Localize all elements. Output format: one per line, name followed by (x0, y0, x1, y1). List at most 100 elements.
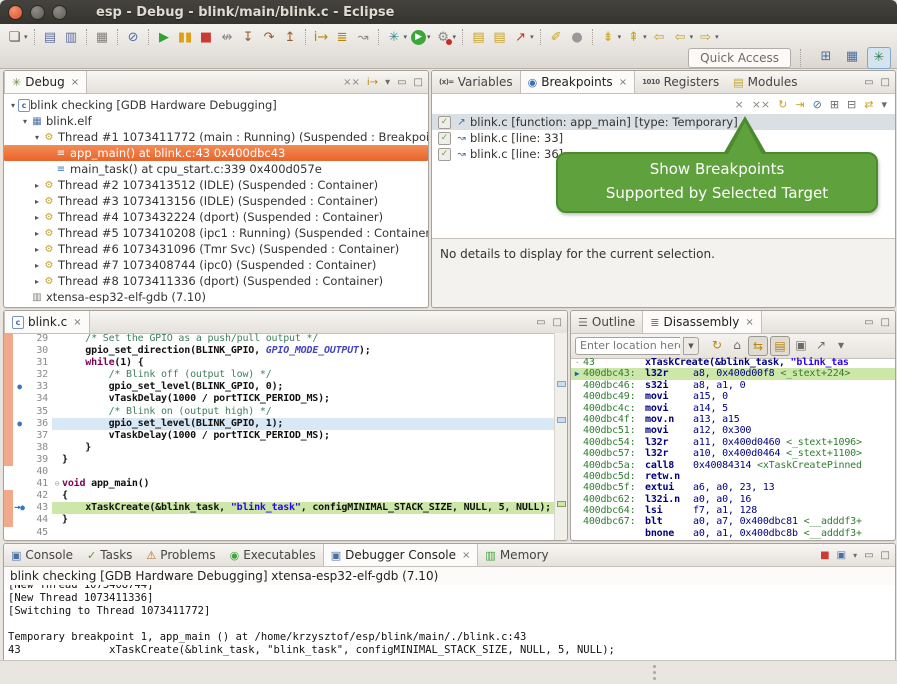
skip-all-breakpoints-button[interactable]: ⊘ (813, 98, 822, 111)
step-over-button[interactable]: ↷ (260, 27, 279, 47)
step-into-button[interactable]: ↧ (239, 27, 258, 47)
open-folder-button[interactable]: ▤ (490, 27, 509, 47)
remove-all-breakpoints-button[interactable]: ×× (752, 98, 770, 111)
new-wizard-button[interactable]: ❏▾ (5, 27, 29, 47)
maximize-button[interactable]: □ (881, 77, 890, 88)
tab-tasks[interactable]: ✓Tasks (80, 544, 139, 566)
minimize-button[interactable]: ▭ (536, 317, 545, 328)
quick-access-button[interactable]: Quick Access (688, 48, 791, 68)
disassembly-row[interactable]: 400dbc5d:retw.n (571, 471, 895, 482)
tab-disassembly[interactable]: ≣Disassembly× (642, 311, 761, 333)
tab-breakpoints[interactable]: ◉Breakpoints× (520, 71, 635, 93)
close-icon[interactable]: × (71, 77, 79, 88)
breakpoint-item[interactable]: ✓↝blink.c [line: 33] (432, 130, 895, 146)
last-edit-location-button[interactable]: ⇦ (650, 27, 669, 47)
maximize-button[interactable]: □ (414, 77, 423, 88)
back-button-dropdown[interactable]: ▾ (690, 33, 694, 41)
editor-line[interactable]: 38 } (4, 442, 555, 454)
disassembly-listing[interactable]: ·43xTaskCreate(&blink_task, "blink_tas▶4… (571, 357, 895, 540)
editor-line[interactable]: →●43 xTaskCreate(&blink_task, "blink_tas… (4, 502, 555, 514)
suspend-button[interactable]: ▮▮ (176, 27, 195, 47)
minimize-button[interactable]: ▭ (397, 77, 406, 88)
tree-expander[interactable]: ▾ (8, 101, 18, 110)
close-icon[interactable]: × (462, 550, 470, 561)
disassembly-row[interactable]: 400dbc54:l32ra11, 0x400d0460 <_stext+109… (571, 437, 895, 448)
run-button[interactable]: ▶▾ (410, 27, 432, 47)
tab-executables[interactable]: ◉Executables (223, 544, 323, 566)
forward-button-dropdown[interactable]: ▾ (715, 33, 719, 41)
debug-tree-item[interactable]: ▾▦blink.elf (4, 113, 428, 129)
tab-console[interactable]: ▣Console (4, 544, 80, 566)
debug-button[interactable]: ✳▾ (385, 27, 409, 47)
disassembly-row[interactable]: 400dbc64:lsif7, a1, 128 (571, 505, 895, 516)
debug-tree-item[interactable]: ▸⚙Thread #6 1073431096 (Tmr Svc) (Suspen… (4, 241, 428, 257)
disassembly-row[interactable]: 400dbc46:s32ia8, a1, 0 (571, 380, 895, 391)
tab-blink-c[interactable]: c blink.c × (4, 311, 90, 333)
breakpoint-mark[interactable] (557, 381, 566, 387)
disassembly-row[interactable]: ▶400dbc43:l32ra8, 0x400d00f8 <_stext+224… (571, 368, 895, 379)
disassembly-row[interactable]: 400dbc57:l32ra10, 0x400d0464 <_stext+110… (571, 448, 895, 459)
sync-selection-icon[interactable]: ⇆ (748, 336, 768, 356)
console-output-area[interactable]: [New Thread 1073408744][New Thread 10734… (4, 585, 895, 661)
debug-tree-item[interactable]: ▸⚙Thread #3 1073413156 (IDLE) (Suspended… (4, 193, 428, 209)
launch-button[interactable]: ↗▾ (511, 27, 535, 47)
overview-ruler[interactable] (554, 333, 567, 540)
editor-line[interactable]: 40 (4, 466, 555, 478)
editor-line[interactable]: 42{ (4, 490, 555, 502)
debug-tree-item[interactable]: ▾⚙Thread #1 1073411772 (main : Running) … (4, 129, 428, 145)
disassembly-row[interactable]: bnonea0, a1, 0x400dbc8b <__adddf3+ (571, 528, 895, 539)
cpp-perspective-button[interactable]: ▦ (841, 47, 863, 67)
tab-modules[interactable]: ▤Modules (726, 71, 804, 93)
tree-expander[interactable]: ▾ (20, 117, 30, 126)
tab-outline[interactable]: ☰Outline (571, 311, 642, 333)
open-perspective-button[interactable]: ⊞ (815, 47, 837, 67)
minimize-button[interactable]: ▭ (864, 550, 873, 561)
tab-variables[interactable]: (x)=Variables (432, 71, 520, 93)
save-all-button[interactable]: ▥ (62, 27, 81, 47)
next-annotation-button[interactable]: ⇟▾ (599, 27, 623, 47)
tree-expander[interactable]: ▸ (32, 261, 42, 270)
goto-file-button[interactable]: ⇥ (795, 98, 804, 111)
new-wizard-button-dropdown[interactable]: ▾ (24, 33, 28, 41)
back-button[interactable]: ⇦▾ (671, 27, 695, 47)
next-annotation-button-dropdown[interactable]: ▾ (618, 33, 622, 41)
breakpoint-item[interactable]: ✓↗blink.c [function: app_main] [type: Te… (432, 114, 895, 130)
disassembly-row[interactable]: 400dbc51:movia12, 0x300 (571, 425, 895, 436)
step-return-button[interactable]: ↥ (281, 27, 300, 47)
current-line-mark[interactable] (557, 501, 566, 507)
maximize-button[interactable]: □ (553, 317, 562, 328)
instruction-pointer-icon[interactable]: →● (13, 502, 26, 514)
link-with-debug-button[interactable]: ⇄ (864, 98, 873, 111)
tree-expander[interactable]: ▸ (32, 197, 42, 206)
refresh-icon[interactable]: ↻ (708, 336, 726, 354)
tab-memory[interactable]: ▥Memory (478, 544, 555, 566)
resume-button[interactable]: ▶ (155, 27, 174, 47)
terminate-button[interactable]: ■ (197, 27, 216, 47)
show-breakpoints-supported-button[interactable]: ↻ (778, 98, 787, 111)
debug-tree-item[interactable]: ▥xtensa-esp32-elf-gdb (7.10) (4, 289, 428, 305)
external-tools-button-dropdown[interactable]: ▾ (453, 33, 457, 41)
external-tools-button[interactable]: ⚙▾ (434, 27, 458, 47)
disassembly-row[interactable]: 400dbc5f:extuia6, a0, 23, 13 (571, 482, 895, 493)
remove-all-terminated-button[interactable]: ×× (343, 77, 360, 88)
show-source-icon[interactable]: ▤ (770, 336, 790, 356)
view-menu-button[interactable]: ▾ (385, 77, 390, 88)
editor-line[interactable]: 32 /* Blink off (output low) */ (4, 369, 555, 381)
disassembly-row[interactable]: 400dbc5a:call80x40084314 <xTaskCreatePin… (571, 460, 895, 471)
editor-line[interactable]: 29 /* Set the GPIO as a push/pull output… (4, 333, 555, 345)
close-window-button[interactable] (8, 5, 23, 20)
disassembly-row[interactable]: 400dbc4c:movia14, 5 (571, 403, 895, 414)
tab-problems[interactable]: ⚠Problems (139, 544, 222, 566)
close-icon[interactable]: × (745, 317, 753, 328)
view-menu-button[interactable]: ▾ (881, 98, 887, 111)
minimize-button[interactable]: ▭ (864, 77, 873, 88)
copy-icon[interactable]: ▣ (792, 336, 810, 354)
remove-breakpoint-button[interactable]: × (735, 98, 744, 111)
terminate-console-button[interactable]: ■ (820, 550, 829, 561)
breakpoint-checkbox[interactable]: ✓ (438, 132, 451, 145)
tab-debugger-console[interactable]: ▣Debugger Console× (323, 544, 479, 566)
editor-line[interactable]: 37 vTaskDelay(1000 / portTICK_PERIOD_MS)… (4, 430, 555, 442)
display-console-button[interactable]: ▣ (837, 550, 846, 561)
editor-line[interactable]: 34 vTaskDelay(1000 / portTICK_PERIOD_MS)… (4, 393, 555, 405)
editor-line[interactable]: ●36 gpio_set_level(BLINK_GPIO, 1); (4, 418, 555, 430)
